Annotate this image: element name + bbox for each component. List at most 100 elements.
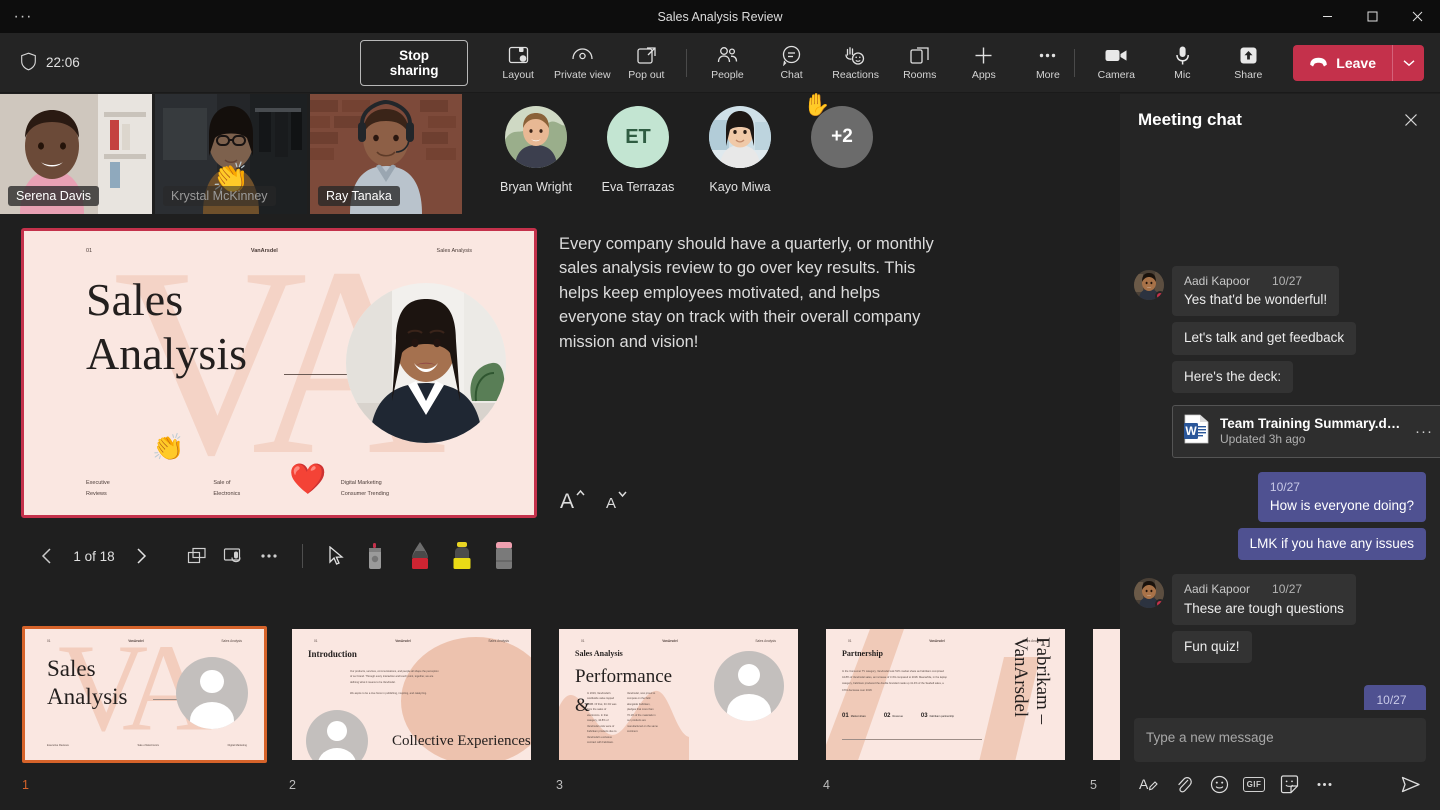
slide-title-line1: Sales [86,273,247,327]
all-slides-button[interactable] [180,539,214,573]
thumbnail-row: VA 01 VanArsdel Sales Analysis Sales Ana… [22,626,1120,763]
chat-message-list[interactable]: Aadi Kapoor 10/27 Yes that'd be wonderfu… [1120,146,1440,710]
yellow-highlighter-tool[interactable] [445,539,479,573]
file-more-options-button[interactable]: ··· [1415,423,1433,440]
chat-title: Meeting chat [1138,110,1396,130]
presenter-view-icon [223,547,244,565]
thumbnail-big-title: Collective Experiences [392,733,531,750]
apps-button[interactable]: Apps [952,37,1016,89]
avatar-initials-text: ET [625,126,651,149]
participant-bryan-wright[interactable]: Bryan Wright [485,106,587,194]
app-menu-button[interactable]: ··· [0,9,46,25]
thumbnail-slide-3[interactable]: 01 VanArsdel Sales Analysis Sales Analys… [556,626,801,763]
chat-bubble-outgoing[interactable]: 10/27 Enjoy! [1364,685,1426,710]
thumbnail-eyebrow: Partnership [842,649,883,658]
mic-icon [1175,44,1190,66]
thumbnail-eyebrow: Introduction [308,649,357,659]
increase-font-size-button[interactable]: A [556,484,590,516]
chat-outgoing-group: 10/27 How is everyone doing? LMK if you … [1134,472,1426,561]
video-tile-krystal-mckinney[interactable]: 👏 Krystal McKinney [155,94,307,214]
clap-reaction-icon: 👏 [152,432,184,463]
eraser-tool[interactable] [487,539,521,573]
reactions-button[interactable]: Reactions [824,37,888,89]
status-badge [1155,291,1164,300]
chat-bubble[interactable]: Let's talk and get feedback [1172,322,1356,354]
participant-eva-terrazas[interactable]: ET Eva Terrazas [587,106,689,194]
meeting-timer: 22:06 [20,52,80,74]
people-button[interactable]: People [695,37,759,89]
thumbnail-slide-5[interactable] [1090,626,1120,763]
slide-more-options-button[interactable] [252,539,286,573]
layout-button[interactable]: Layout [486,37,550,89]
thumbnail-number: 1 [22,778,29,792]
more-label: More [1036,69,1060,81]
sticker-icon[interactable] [1274,770,1304,798]
thumbnail-slide-2[interactable]: 01 VanArsdel Sales Analysis Introduction… [289,626,534,763]
minimize-button[interactable] [1305,0,1350,33]
chat-bubble[interactable]: Aadi Kapoor 10/27 Yes that'd be wonderfu… [1172,266,1339,316]
chat-button[interactable]: Chat [759,37,823,89]
chat-message-meta: Aadi Kapoor 10/27 [1184,581,1344,597]
attach-file-icon[interactable] [1169,770,1199,798]
chat-icon [781,44,802,66]
video-tile-ray-tanaka[interactable]: Ray Tanaka [310,94,462,214]
stop-sharing-button[interactable]: Stop sharing [360,40,468,86]
more-options-icon[interactable] [1309,770,1339,798]
video-tile-serena-davis[interactable]: Serena Davis [0,94,152,214]
close-button[interactable] [1395,0,1440,33]
share-button[interactable]: Share [1215,37,1281,89]
overflow-count-text: +2 [831,126,853,148]
previous-slide-button[interactable] [30,539,64,573]
slide-header-center: VanArsdel [251,248,278,254]
participant-name: Bryan Wright [500,180,572,194]
shared-slide[interactable]: VA 01 VanArsdel Sales Analysis Sales Ana… [21,228,537,518]
thumbnail-footer: Executive ReviewsSale of ElectronicsDigi… [47,743,247,748]
message-input[interactable]: Type a new message [1134,718,1426,762]
slide-thumbnail-strip[interactable]: VA 01 VanArsdel Sales Analysis Sales Ana… [0,619,1120,810]
decrease-font-size-button[interactable]: A [602,484,634,516]
reactions-icon [844,44,867,66]
font-size-controls: A A [556,484,634,516]
participant-kayo-miwa[interactable]: Kayo Miwa [689,106,791,194]
next-slide-button[interactable] [124,539,158,573]
gif-icon[interactable]: GIF [1239,770,1269,798]
chat-bubble-outgoing[interactable]: 10/27 How is everyone doing? [1258,472,1426,522]
mic-button[interactable]: Mic [1149,37,1215,89]
thumbnail-header-right: Sales Analysis [488,639,509,643]
thumbnail-preview: 01 VanArsdel Sales Analysis Partnership … [826,629,1065,760]
presenter-view-button[interactable] [216,539,250,573]
chat-bubble-outgoing[interactable]: LMK if you have any issues [1238,528,1426,560]
participant-overflow[interactable]: ✋ +2 [791,106,893,168]
slide-presenter-photo [346,283,506,443]
chat-file-attachment[interactable]: W Team Training Summary.docx Updated 3h … [1172,405,1440,458]
chat-message-text: Yes that'd be wonderful! [1184,291,1327,309]
send-icon[interactable] [1396,770,1426,798]
close-chat-button[interactable] [1396,105,1426,135]
file-updated-time: Updated 3h ago [1220,432,1405,446]
camera-button[interactable]: Camera [1083,37,1149,89]
leave-dropdown-button[interactable] [1392,45,1424,81]
thumbnail-number: 4 [823,778,830,792]
slide-canvas: VA 01 VanArsdel Sales Analysis Sales Ana… [24,231,534,515]
emoji-icon[interactable] [1204,770,1234,798]
thumbnail-title-line1: Sales [47,655,128,683]
cursor-tool[interactable] [319,539,353,573]
maximize-button[interactable] [1350,0,1395,33]
red-pen-tool[interactable] [403,539,437,573]
leave-button[interactable]: Leave [1293,45,1392,81]
chat-bubble[interactable]: Aadi Kapoor 10/27 These are tough questi… [1172,574,1356,624]
chat-bubble[interactable]: Fun quiz! [1172,631,1252,663]
grid-slides-icon [187,547,207,565]
thumbnail-slide-4[interactable]: 01 VanArsdel Sales Analysis Partnership … [823,626,1068,763]
chat-message-group: Aadi Kapoor 10/27 Yes that'd be wonderfu… [1134,266,1426,458]
chat-bubble[interactable]: Here's the deck: [1172,361,1293,393]
pop-out-button[interactable]: Pop out [614,37,678,89]
rooms-button[interactable]: Rooms [888,37,952,89]
format-text-icon[interactable]: A [1134,770,1164,798]
thumbnail-slide-1[interactable]: VA 01 VanArsdel Sales Analysis Sales Ana… [22,626,267,763]
laser-pointer-tool[interactable] [361,539,395,573]
people-icon [716,44,739,66]
slide-notes-text: Every company should have a quarterly, o… [559,232,949,354]
chat-message-meta: 10/27 [1376,692,1414,708]
private-view-button[interactable]: Private view [550,37,614,89]
